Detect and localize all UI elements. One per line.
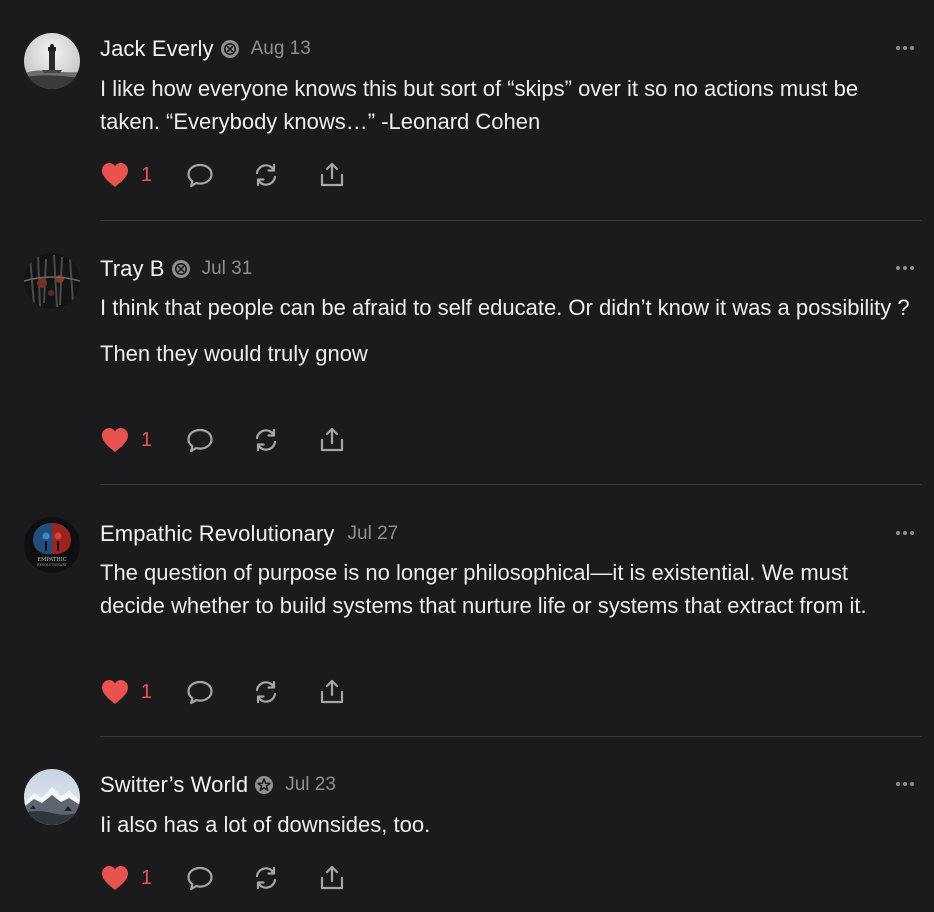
heart-icon <box>102 866 128 890</box>
more-options-icon[interactable] <box>894 778 916 790</box>
heart-icon <box>102 163 128 187</box>
share-icon <box>321 865 344 890</box>
comment-body: Ii also has a lot of downsides, too. <box>100 808 918 854</box>
comment-actions: 1 <box>100 677 346 707</box>
comment-date[interactable]: Jul 31 <box>202 258 253 280</box>
restack-icon <box>256 428 277 452</box>
comment-date[interactable]: Jul 23 <box>285 774 336 796</box>
share-icon <box>321 427 344 452</box>
avatar[interactable]: EMPATHIC REVOLUTIONARY <box>24 517 80 573</box>
comment-paragraph: Ii also has a lot of downsides, too. <box>100 812 431 837</box>
comment-paragraph: I like how everyone knows this but sort … <box>100 76 859 134</box>
restack-icon <box>256 866 277 890</box>
share-button[interactable] <box>318 863 346 893</box>
comment-date[interactable]: Jul 27 <box>348 523 399 545</box>
reply-bubble-icon <box>187 866 213 891</box>
comment-paragraph: I think that people can be afraid to sel… <box>100 295 910 320</box>
comment-body: I like how everyone knows this but sort … <box>100 72 918 151</box>
lighthouse-avatar-image <box>24 33 80 89</box>
comment-actions: 1 <box>100 863 346 893</box>
like-button[interactable]: 1 <box>100 677 152 707</box>
more-options-icon[interactable] <box>894 527 916 539</box>
comment-divider <box>100 220 922 221</box>
restack-button[interactable] <box>252 863 280 893</box>
restack-button[interactable] <box>252 425 280 455</box>
author-name[interactable]: Empathic Revolutionary <box>100 521 335 547</box>
like-count: 1 <box>141 428 153 451</box>
subscriber-badge-icon <box>220 39 240 59</box>
author-name[interactable]: Tray B <box>100 256 165 282</box>
avatar[interactable] <box>24 253 80 309</box>
comment-divider <box>100 736 922 737</box>
author-name[interactable]: Switter’s World <box>100 772 248 798</box>
share-button[interactable] <box>318 677 346 707</box>
share-button[interactable] <box>318 425 346 455</box>
like-button[interactable]: 1 <box>100 863 152 893</box>
avatar[interactable] <box>24 33 80 89</box>
like-button[interactable]: 1 <box>100 160 152 190</box>
like-count: 1 <box>141 163 153 186</box>
more-options-icon[interactable] <box>894 42 916 54</box>
reply-bubble-icon <box>187 163 213 188</box>
like-count: 1 <box>141 680 153 703</box>
share-icon <box>321 162 344 187</box>
subscriber-badge-icon <box>254 775 274 795</box>
reply-button[interactable] <box>186 160 214 190</box>
comment-paragraph: Then they would truly gnow <box>100 341 368 366</box>
comment-paragraph: The question of purpose is no longer phi… <box>100 560 867 618</box>
author-name[interactable]: Jack Everly <box>100 36 214 62</box>
reply-button[interactable] <box>186 425 214 455</box>
reply-button[interactable] <box>186 863 214 893</box>
heart-icon <box>102 680 128 704</box>
subscriber-badge-icon <box>171 259 191 279</box>
comment-date[interactable]: Aug 13 <box>251 38 311 60</box>
restack-button[interactable] <box>252 160 280 190</box>
like-count: 1 <box>141 866 153 889</box>
avatar-logo-subtext: REVOLUTIONARY <box>37 563 68 567</box>
reply-bubble-icon <box>187 428 213 453</box>
restack-icon <box>256 680 277 704</box>
restack-button[interactable] <box>252 677 280 707</box>
reply-button[interactable] <box>186 677 214 707</box>
empathic-logo-avatar-image: EMPATHIC REVOLUTIONARY <box>24 517 80 573</box>
comment-divider <box>100 484 922 485</box>
share-icon <box>321 679 344 704</box>
share-button[interactable] <box>318 160 346 190</box>
comment-actions: 1 <box>100 160 346 190</box>
restack-icon <box>256 163 277 187</box>
like-button[interactable]: 1 <box>100 425 152 455</box>
dark-abstract-avatar-image <box>24 253 80 309</box>
comment-body: I think that people can be afraid to sel… <box>100 291 918 383</box>
heart-icon <box>102 428 128 452</box>
comment-actions: 1 <box>100 425 346 455</box>
avatar[interactable] <box>24 769 80 825</box>
comment-body: The question of purpose is no longer phi… <box>100 556 918 635</box>
reply-bubble-icon <box>187 680 213 705</box>
more-options-icon[interactable] <box>894 262 916 274</box>
snowy-mountain-avatar-image <box>24 769 80 825</box>
